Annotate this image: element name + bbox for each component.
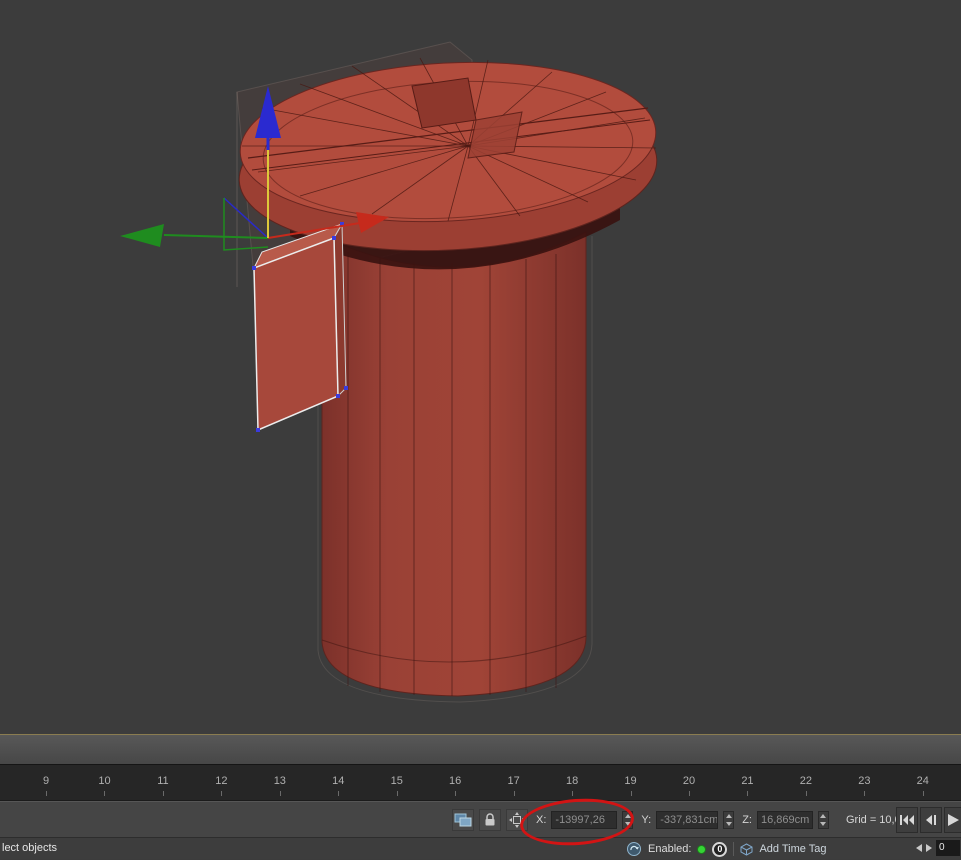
timeline-ticks: 9 10 11 12 13 14 15 16 17 18 19 20 21 22…	[33, 775, 936, 787]
tick-label: 24	[910, 775, 936, 787]
divider	[733, 842, 734, 856]
prompt-line: lect objects	[2, 842, 57, 854]
y-coordinate-spinner[interactable]	[723, 811, 734, 829]
z-coordinate-field[interactable]: 16,869cm	[757, 811, 813, 829]
isolate-selection-icon	[454, 813, 472, 827]
previous-frame-icon	[926, 815, 936, 825]
tick-label: 19	[618, 775, 644, 787]
absolute-offset-toggle[interactable]	[506, 809, 528, 831]
next-arrow-button[interactable]	[926, 844, 932, 852]
tick-label: 12	[208, 775, 234, 787]
y-coordinate-field[interactable]: -337,831cm	[656, 811, 718, 829]
z-coordinate-spinner[interactable]	[818, 811, 829, 829]
isolate-selection-button[interactable]	[452, 809, 474, 831]
timeline-ruler[interactable]: 9 10 11 12 13 14 15 16 17 18 19 20 21 22…	[0, 764, 961, 801]
x-coordinate-field[interactable]: -13997,26	[551, 811, 617, 829]
lock-icon	[484, 813, 496, 827]
x-coordinate-label: X:	[536, 814, 546, 826]
counter-badge-button[interactable]: 0	[712, 842, 727, 857]
enabled-label: Enabled:	[648, 843, 691, 855]
tick-label: 23	[851, 775, 877, 787]
tick-label: 18	[559, 775, 585, 787]
frame-number-field[interactable]: 0	[936, 840, 960, 856]
viewport-3d[interactable]	[0, 0, 961, 734]
z-coordinate-label: Z:	[742, 814, 752, 826]
prompt-bar: lect objects Enabled: 0 Add Time Tag 0	[0, 837, 961, 859]
x-coordinate-spinner[interactable]	[622, 811, 633, 829]
tick-label: 9	[33, 775, 59, 787]
status-bar: X: -13997,26 Y: -337,831cm Z: 16,869cm G…	[0, 801, 961, 837]
tick-label: 13	[267, 775, 293, 787]
sync-status-icon[interactable]	[626, 841, 642, 857]
add-time-tag-button[interactable]: Add Time Tag	[759, 843, 826, 855]
go-to-start-icon	[900, 815, 914, 825]
tick-label: 16	[442, 775, 468, 787]
tick-label: 20	[676, 775, 702, 787]
tick-label: 22	[793, 775, 819, 787]
go-to-start-button[interactable]	[896, 807, 918, 833]
play-icon	[948, 814, 959, 826]
tick-label: 14	[325, 775, 351, 787]
time-slider-track[interactable]	[0, 734, 961, 764]
enabled-indicator	[697, 845, 706, 854]
tick-label: 10	[91, 775, 117, 787]
y-coordinate-label: Y:	[641, 814, 651, 826]
time-tag-cube-icon	[740, 843, 753, 856]
tick-label: 17	[501, 775, 527, 787]
tick-label: 11	[150, 775, 176, 787]
absolute-offset-icon	[509, 812, 525, 828]
previous-frame-button[interactable]	[920, 807, 942, 833]
prev-arrow-button[interactable]	[916, 844, 922, 852]
tick-label: 15	[384, 775, 410, 787]
play-button[interactable]	[944, 807, 961, 833]
tick-label: 21	[734, 775, 760, 787]
gizmo-y-arrowhead[interactable]	[120, 224, 164, 247]
selection-lock-button[interactable]	[479, 809, 501, 831]
viewport-canvas	[0, 0, 961, 734]
